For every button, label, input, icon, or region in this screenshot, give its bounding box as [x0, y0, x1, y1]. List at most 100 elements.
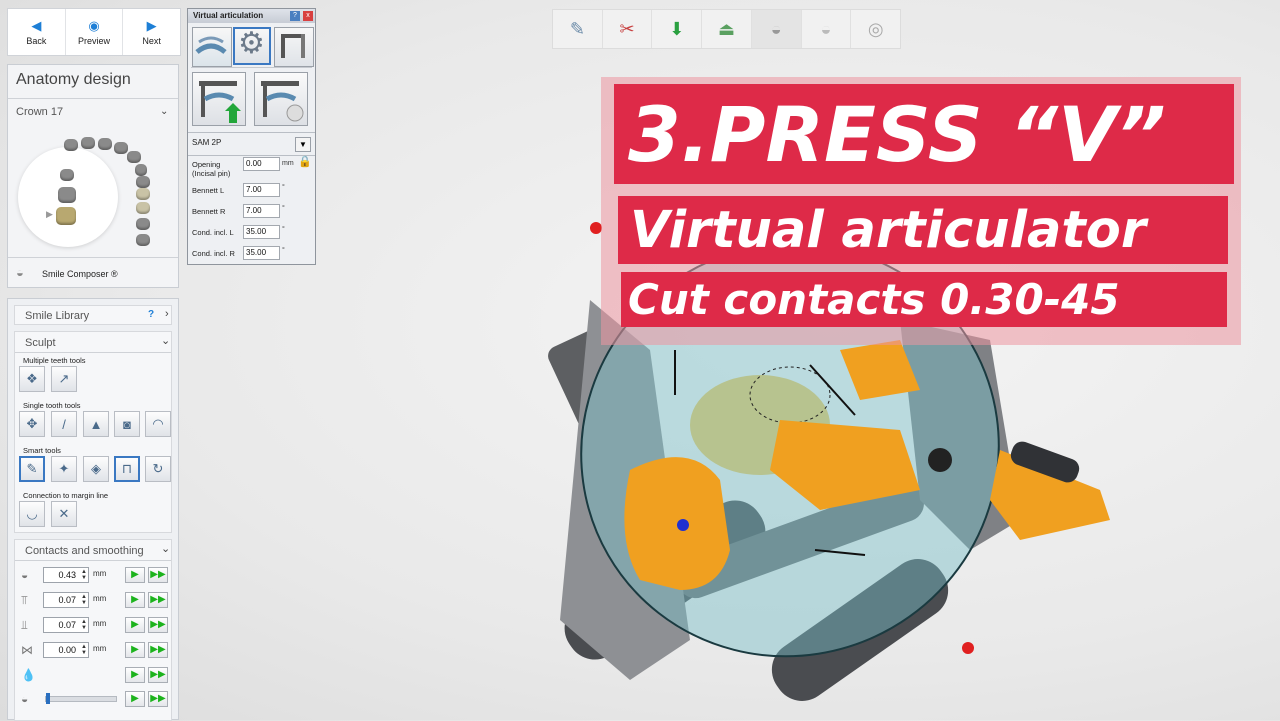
- close-button[interactable]: x: [303, 11, 313, 21]
- apply-button[interactable]: ▶: [125, 667, 145, 683]
- apply-button[interactable]: ▶: [125, 567, 145, 583]
- smile-library-section[interactable]: Smile Library ? ›: [14, 305, 172, 325]
- next-button[interactable]: ▶ Next: [123, 9, 180, 55]
- sculpt-knife-tool[interactable]: /: [51, 411, 77, 437]
- chevron-down-icon[interactable]: ⌄: [161, 542, 170, 555]
- insertion-step[interactable]: ⬇: [652, 10, 703, 48]
- apply-all-button[interactable]: ▶▶: [148, 642, 168, 658]
- lock-icon[interactable]: 🔒: [298, 155, 312, 168]
- help-button[interactable]: ?: [290, 11, 300, 21]
- antagonist-contact-input[interactable]: 0.07 ▲ ▼: [43, 617, 89, 633]
- reduction-step[interactable]: ◒: [802, 10, 852, 48]
- tooth-icon[interactable]: [127, 151, 141, 163]
- move-tooth-tool[interactable]: ✥: [19, 411, 45, 437]
- control-point[interactable]: [677, 519, 689, 531]
- tooth-icon[interactable]: [136, 202, 150, 214]
- rotate-tool[interactable]: ↻: [145, 456, 171, 482]
- apply-all-button[interactable]: ▶▶: [148, 617, 168, 633]
- tooth-icon[interactable]: [60, 169, 74, 181]
- anatomy-step[interactable]: ◒: [751, 10, 802, 48]
- degree-unit: °: [282, 226, 285, 233]
- overlay-step-title: 3.PRESS “V”: [614, 84, 1234, 184]
- tooth-icon[interactable]: [136, 176, 150, 188]
- margin-line-step[interactable]: ✎: [553, 10, 603, 48]
- divider: [15, 560, 171, 561]
- tooth-icon[interactable]: [98, 138, 112, 150]
- tooth-icon[interactable]: [135, 164, 147, 176]
- pivot-knob[interactable]: [928, 448, 952, 472]
- jaw-model-button[interactable]: [192, 27, 232, 67]
- margin-disconnect-tool[interactable]: ✕: [51, 501, 77, 527]
- cut-step[interactable]: ✂: [603, 10, 653, 48]
- tooth-icon: ◒: [21, 692, 29, 706]
- cond-incl-r-input[interactable]: 35.00: [243, 246, 280, 260]
- navigation-bar: ◀ Back ◉ Preview ▶ Next: [7, 8, 181, 56]
- articulator-button[interactable]: [274, 27, 314, 67]
- smooth-tool[interactable]: ◙: [114, 411, 140, 437]
- articulator-tool[interactable]: ⊓: [114, 456, 140, 482]
- apply-all-button[interactable]: ▶▶: [148, 691, 168, 707]
- articulator-icon: [281, 34, 305, 58]
- cap-step[interactable]: ⏏: [702, 10, 752, 48]
- page-title: Anatomy design: [16, 71, 131, 88]
- smoothing-slider[interactable]: [45, 693, 117, 704]
- chevron-down-icon[interactable]: ⌄: [161, 334, 170, 347]
- settings-button[interactable]: ⚙: [233, 27, 271, 65]
- smart-move-tool[interactable]: ✎: [19, 456, 45, 482]
- preview-button[interactable]: ◉ Preview: [66, 9, 124, 55]
- apply-all-button[interactable]: ▶▶: [148, 567, 168, 583]
- spinner-arrows-icon[interactable]: ▲ ▼: [79, 569, 87, 581]
- occlusal-contact-input[interactable]: 0.07 ▲ ▼: [43, 592, 89, 608]
- contacts-smoothing-section: Contacts and smoothing ⌄ ◒ 0.43 ▲ ▼ mm ▶ ▶…: [14, 539, 172, 721]
- tooth-icon[interactable]: [136, 218, 150, 230]
- opening-input[interactable]: 0.00: [243, 157, 280, 171]
- tooth-icon[interactable]: [136, 188, 150, 200]
- dropdown-arrow-icon[interactable]: ▼: [295, 137, 311, 152]
- bennett-l-input[interactable]: 7.00: [243, 183, 280, 197]
- import-articulator-button[interactable]: [192, 72, 246, 126]
- morph-teeth-tool[interactable]: ❖: [19, 366, 45, 392]
- smart-shape-tool[interactable]: ◈: [83, 456, 109, 482]
- tooth-preview-circle[interactable]: ▶: [18, 147, 118, 247]
- dynamic-contact-input[interactable]: 0.00 ▲ ▼: [43, 642, 89, 658]
- reset-articulator-button[interactable]: [254, 72, 308, 126]
- opening-unit: mm: [282, 160, 294, 167]
- control-point[interactable]: [962, 642, 974, 654]
- finish-step[interactable]: ◎: [851, 10, 900, 48]
- disc-icon: ◎: [867, 18, 884, 39]
- bennett-r-label: Bennett R: [192, 207, 226, 216]
- apply-button[interactable]: ▶: [125, 642, 145, 658]
- spinner-arrows-icon[interactable]: ▲ ▼: [79, 594, 87, 606]
- chevron-right-icon[interactable]: ›: [165, 308, 169, 320]
- tooth-icon[interactable]: [64, 139, 78, 151]
- spinner-arrows-icon[interactable]: ▲ ▼: [79, 644, 87, 656]
- cusp-tool[interactable]: ◠: [145, 411, 171, 437]
- water-drop-icon: 💧: [21, 668, 36, 682]
- tooth-icon[interactable]: [136, 234, 150, 246]
- proximal-contact-input[interactable]: 0.43 ▲ ▼: [43, 567, 89, 583]
- spinner-arrows-icon[interactable]: ▲ ▼: [79, 619, 87, 631]
- slider-handle[interactable]: [46, 693, 50, 704]
- add-material-tool[interactable]: ▲: [83, 411, 109, 437]
- apply-all-button[interactable]: ▶▶: [148, 667, 168, 683]
- cond-incl-l-input[interactable]: 35.00: [243, 225, 280, 239]
- back-button[interactable]: ◀ Back: [8, 9, 66, 55]
- tooth-icon[interactable]: [81, 137, 95, 149]
- help-icon[interactable]: ?: [148, 309, 154, 320]
- selected-tooth-icon[interactable]: [56, 207, 76, 225]
- tooth-icon[interactable]: [114, 142, 128, 154]
- bennett-r-input[interactable]: 7.00: [243, 204, 280, 218]
- articulator-select[interactable]: SAM 2P: [192, 138, 221, 147]
- smart-brush-tool[interactable]: ✦: [51, 456, 77, 482]
- dynamic-contact-icon: ⋈: [21, 643, 33, 657]
- tooth-icon[interactable]: [58, 187, 76, 203]
- apply-all-button[interactable]: ▶▶: [148, 592, 168, 608]
- chevron-down-icon[interactable]: ⌄: [160, 106, 168, 117]
- margin-connect-tool[interactable]: ◡: [19, 501, 45, 527]
- crown-selector[interactable]: Crown 17: [16, 106, 63, 118]
- apply-button[interactable]: ▶: [125, 691, 145, 707]
- tutorial-overlay: 3.PRESS “V” Virtual articulator Cut cont…: [601, 77, 1241, 345]
- scale-teeth-tool[interactable]: ↗: [51, 366, 77, 392]
- apply-button[interactable]: ▶: [125, 617, 145, 633]
- apply-button[interactable]: ▶: [125, 592, 145, 608]
